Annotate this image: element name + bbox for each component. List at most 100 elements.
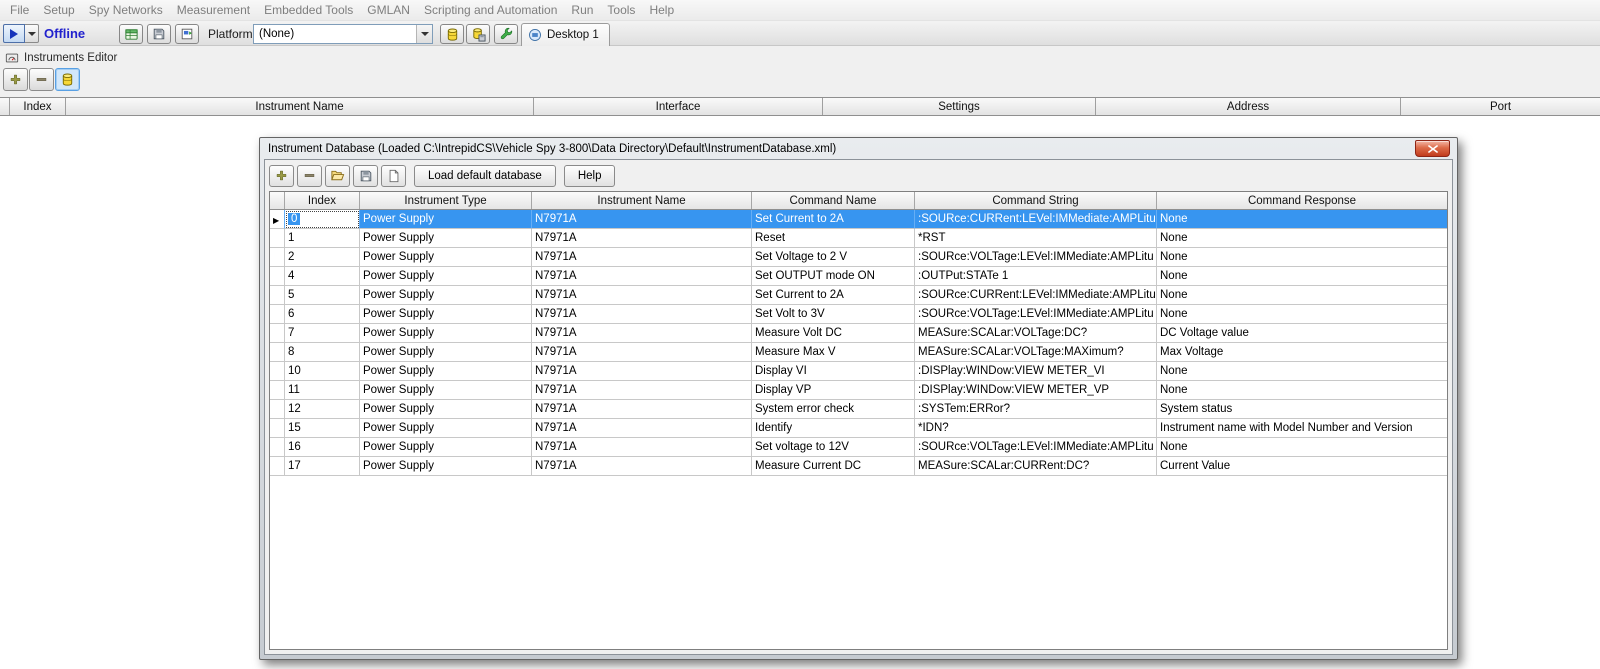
menu-item[interactable]: Spy Networks [82,0,170,21]
add-command-button[interactable] [269,165,294,187]
save-database-button[interactable] [353,165,378,187]
cell-instrument-type[interactable]: Power Supply [360,419,532,438]
cell-index[interactable]: 7 [285,324,360,343]
cell-command-string[interactable]: :SOURce:CURRent:LEVel:IMMediate:AMPLitu [915,210,1157,229]
cell-command-string[interactable]: :SOURce:CURRent:LEVel:IMMediate:AMPLitu [915,286,1157,305]
cell-instrument-type[interactable]: Power Supply [360,286,532,305]
cell-command-response[interactable]: Max Voltage [1157,343,1447,362]
cell-index[interactable]: 17 [285,457,360,476]
menu-item[interactable]: Help [642,0,681,21]
cell-command-string[interactable]: MEASure:SCALar:VOLTage:DC? [915,324,1157,343]
cell-instrument-name[interactable]: N7971A [532,210,752,229]
cell-command-name[interactable]: Identify [752,419,915,438]
cell-instrument-name[interactable]: N7971A [532,362,752,381]
table-row[interactable]: 10 Power Supply N7971A Display VI :DISPl… [270,362,1447,381]
cell-command-string[interactable]: :SYSTem:ERRor? [915,400,1157,419]
table-row[interactable]: 16 Power Supply N7971A Set voltage to 12… [270,438,1447,457]
cell-instrument-name[interactable]: N7971A [532,438,752,457]
cell-command-string[interactable]: :SOURce:VOLTage:LEVel:IMMediate:AMPLitu [915,248,1157,267]
cell-command-response[interactable]: None [1157,362,1447,381]
cell-instrument-name[interactable]: N7971A [532,248,752,267]
table-row[interactable]: 15 Power Supply N7971A Identify *IDN? In… [270,419,1447,438]
cell-index[interactable]: 1 [285,229,360,248]
cell-instrument-name[interactable]: N7971A [532,400,752,419]
cell-index[interactable]: 6 [285,305,360,324]
cell-index[interactable]: 15 [285,419,360,438]
platform-select[interactable]: (None) [253,24,433,44]
cell-command-name[interactable]: Measure Volt DC [752,324,915,343]
cell-command-name[interactable]: Set Current to 2A [752,210,915,229]
cell-command-response[interactable]: None [1157,381,1447,400]
cell-instrument-name[interactable]: N7971A [532,457,752,476]
cell-instrument-type[interactable]: Power Supply [360,381,532,400]
close-button[interactable] [1415,140,1450,157]
cell-instrument-name[interactable]: N7971A [532,324,752,343]
table-row[interactable]: 11 Power Supply N7971A Display VP :DISPl… [270,381,1447,400]
database-save-button[interactable] [466,24,490,44]
cell-command-name[interactable]: Reset [752,229,915,248]
cell-command-response[interactable]: None [1157,248,1447,267]
help-button[interactable]: Help [564,165,616,187]
cell-index[interactable]: 16 [285,438,360,457]
table-row[interactable]: 0 Power Supply N7971A Set Current to 2A … [270,210,1447,229]
menu-item[interactable]: Run [564,0,600,21]
cell-command-string[interactable]: :SOURce:VOLTage:LEVel:IMMediate:AMPLitu [915,305,1157,324]
cell-index[interactable]: 11 [285,381,360,400]
cell-index[interactable]: 10 [285,362,360,381]
cell-instrument-name[interactable]: N7971A [532,343,752,362]
table-row[interactable]: 4 Power Supply N7971A Set OUTPUT mode ON… [270,267,1447,286]
add-instrument-button[interactable] [3,68,28,91]
remove-instrument-button[interactable] [29,68,54,91]
cell-instrument-type[interactable]: Power Supply [360,305,532,324]
menu-item[interactable]: GMLAN [360,0,417,21]
cell-instrument-type[interactable]: Power Supply [360,229,532,248]
menu-item[interactable]: Measurement [170,0,257,21]
open-database-button[interactable] [325,165,350,187]
menu-item[interactable]: Embedded Tools [257,0,360,21]
cell-command-response[interactable]: None [1157,286,1447,305]
cell-command-string[interactable]: :DISPlay:WINDow:VIEW METER_VP [915,381,1157,400]
cell-instrument-type[interactable]: Power Supply [360,457,532,476]
cell-command-name[interactable]: Set voltage to 12V [752,438,915,457]
cell-command-name[interactable]: Measure Max V [752,343,915,362]
cell-index[interactable]: 0 [285,210,360,229]
cell-command-string[interactable]: MEASure:SCALar:VOLTage:MAXimum? [915,343,1157,362]
cell-command-name[interactable]: Display VP [752,381,915,400]
instrument-database-button[interactable] [55,68,80,91]
remove-command-button[interactable] [297,165,322,187]
cell-command-name[interactable]: Set OUTPUT mode ON [752,267,915,286]
report-button[interactable] [175,24,199,44]
cell-command-response[interactable]: DC Voltage value [1157,324,1447,343]
table-row[interactable]: 17 Power Supply N7971A Measure Current D… [270,457,1447,476]
cell-index[interactable]: 12 [285,400,360,419]
cell-instrument-type[interactable]: Power Supply [360,362,532,381]
cell-instrument-name[interactable]: N7971A [532,267,752,286]
cell-index[interactable]: 2 [285,248,360,267]
table-row[interactable]: 12 Power Supply N7971A System error chec… [270,400,1447,419]
cell-instrument-type[interactable]: Power Supply [360,248,532,267]
cell-command-response[interactable]: None [1157,305,1447,324]
options-button[interactable] [494,24,518,44]
cell-command-response[interactable]: None [1157,438,1447,457]
cell-command-name[interactable]: System error check [752,400,915,419]
table-row[interactable]: 8 Power Supply N7971A Measure Max V MEAS… [270,343,1447,362]
cell-command-response[interactable]: None [1157,229,1447,248]
cell-command-response[interactable]: Instrument name with Model Number and Ve… [1157,419,1447,438]
table-row[interactable]: 5 Power Supply N7971A Set Current to 2A … [270,286,1447,305]
menu-item[interactable]: Setup [36,0,81,21]
cell-instrument-name[interactable]: N7971A [532,229,752,248]
save-button[interactable] [147,24,171,44]
cell-index[interactable]: 5 [285,286,360,305]
cell-instrument-type[interactable]: Power Supply [360,324,532,343]
cell-command-name[interactable]: Set Voltage to 2 V [752,248,915,267]
cell-command-name[interactable]: Set Current to 2A [752,286,915,305]
cell-command-response[interactable]: System status [1157,400,1447,419]
dialog-title-bar[interactable]: Instrument Database (Loaded C:\IntrepidC… [264,138,1453,159]
load-default-database-button[interactable]: Load default database [414,165,556,187]
menu-item[interactable]: File [3,0,36,21]
table-row[interactable]: 2 Power Supply N7971A Set Voltage to 2 V… [270,248,1447,267]
cell-command-string[interactable]: *IDN? [915,419,1157,438]
menu-item[interactable]: Scripting and Automation [417,0,564,21]
table-row[interactable]: 6 Power Supply N7971A Set Volt to 3V :SO… [270,305,1447,324]
run-button[interactable] [3,24,25,43]
